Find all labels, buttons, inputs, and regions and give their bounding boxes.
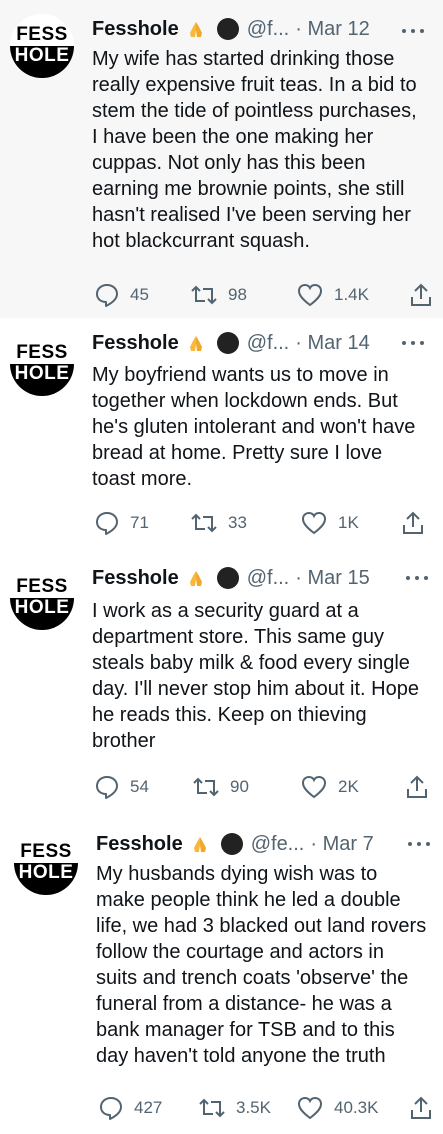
retweet-icon (191, 513, 217, 533)
share-icon (407, 775, 427, 798)
timestamp[interactable]: · Mar 7 (310, 831, 373, 857)
reply-count: 54 (130, 777, 149, 796)
like-button[interactable]: 40.3K (296, 1095, 378, 1121)
avatar[interactable]: FESS HOLE (10, 566, 74, 630)
heart-icon (301, 511, 327, 535)
black-circle-icon (216, 567, 239, 589)
black-circle-icon (216, 18, 239, 40)
black-circle-icon (220, 833, 243, 855)
retweet-button[interactable]: 3.5K (198, 1095, 271, 1121)
tweet-actions: 54 90 2K (94, 774, 434, 800)
more-icon[interactable] (400, 339, 426, 347)
retweet-count: 3.5K (236, 1098, 271, 1117)
share-icon (411, 1096, 431, 1119)
heart-icon (297, 283, 323, 307)
like-button[interactable]: 1K (300, 510, 359, 536)
tweet-text: I work as a security guard at a departme… (92, 600, 419, 752)
folded-hands-icon (189, 336, 202, 351)
tweet[interactable]: FESS HOLE Fesshole @fe... · Mar 7 My hus… (0, 813, 443, 1134)
tweet-header: Fesshole @f... · Mar 12 (92, 16, 370, 42)
tweet[interactable]: FESS HOLE Fesshole @f... · Mar 15 I work… (0, 548, 443, 813)
folded-hands-icon (189, 22, 202, 37)
more-icon[interactable] (400, 27, 426, 35)
share-button[interactable] (404, 774, 430, 800)
retweet-count: 98 (228, 285, 247, 304)
retweet-icon (191, 285, 217, 305)
tweet-header: Fesshole @f... · Mar 14 (92, 330, 370, 356)
handle[interactable]: @f... (247, 565, 290, 591)
tweet-actions: 45 98 1.4K (94, 282, 434, 308)
display-name[interactable]: Fesshole (92, 565, 179, 591)
tweet-actions: 427 3.5K 40.3K (98, 1095, 438, 1121)
share-icon (403, 511, 423, 534)
display-name[interactable]: Fesshole (92, 16, 179, 42)
like-button[interactable]: 1.4K (296, 282, 369, 308)
avatar[interactable]: FESS HOLE (10, 14, 74, 78)
more-icon[interactable] (406, 840, 432, 848)
display-name[interactable]: Fesshole (96, 831, 183, 857)
folded-hands-icon (193, 837, 206, 852)
like-count: 1.4K (334, 285, 369, 304)
retweet-button[interactable]: 98 (190, 282, 247, 308)
tweet-actions: 71 33 1K (94, 510, 434, 536)
handle[interactable]: @f... (247, 16, 290, 42)
reply-count: 71 (130, 513, 149, 532)
tweet[interactable]: FESS HOLE Fesshole @f... · Mar 14 My boy… (0, 318, 443, 548)
reply-count: 45 (130, 285, 149, 304)
reply-button[interactable]: 45 (94, 282, 149, 308)
share-icon (411, 283, 431, 306)
tweet-text: My boyfriend wants us to move in togethe… (92, 364, 416, 490)
like-count: 1K (338, 513, 359, 532)
reply-icon (96, 512, 118, 535)
retweet-button[interactable]: 90 (192, 774, 249, 800)
reply-count: 427 (134, 1098, 163, 1117)
tweet-text: My wife has started drinking those reall… (92, 48, 417, 252)
handle[interactable]: @f... (247, 330, 290, 356)
avatar[interactable]: FESS HOLE (14, 831, 78, 895)
heart-icon (297, 1096, 323, 1120)
reply-icon (96, 284, 118, 307)
like-count: 40.3K (334, 1098, 379, 1117)
tweet[interactable]: FESS HOLE Fesshole @f... · Mar 12 My wif… (0, 0, 443, 318)
reply-button[interactable]: 54 (94, 774, 149, 800)
tweet-header: Fesshole @f... · Mar 15 (92, 565, 370, 591)
like-button[interactable]: 2K (300, 774, 359, 800)
reply-button[interactable]: 427 (98, 1095, 162, 1121)
retweet-count: 90 (230, 777, 249, 796)
reply-button[interactable]: 71 (94, 510, 149, 536)
tweet-text: My husbands dying wish was to make peopl… (96, 863, 427, 1067)
like-count: 2K (338, 777, 359, 796)
retweet-icon (193, 777, 219, 797)
share-button[interactable] (400, 510, 426, 536)
folded-hands-icon (189, 571, 202, 586)
reply-icon (100, 1097, 122, 1120)
share-button[interactable] (408, 1095, 434, 1121)
retweet-icon (199, 1098, 225, 1118)
heart-icon (301, 775, 327, 799)
tweet-header: Fesshole @fe... · Mar 7 (96, 831, 374, 857)
timestamp[interactable]: · Mar 15 (295, 565, 369, 591)
retweet-count: 33 (228, 513, 247, 532)
share-button[interactable] (408, 282, 434, 308)
retweet-button[interactable]: 33 (190, 510, 247, 536)
timestamp[interactable]: · Mar 14 (295, 330, 369, 356)
black-circle-icon (216, 332, 239, 354)
avatar[interactable]: FESS HOLE (10, 332, 74, 396)
display-name[interactable]: Fesshole (92, 330, 179, 356)
more-icon[interactable] (404, 574, 430, 582)
reply-icon (96, 776, 118, 799)
handle[interactable]: @fe... (251, 831, 305, 857)
timestamp[interactable]: · Mar 12 (295, 16, 369, 42)
